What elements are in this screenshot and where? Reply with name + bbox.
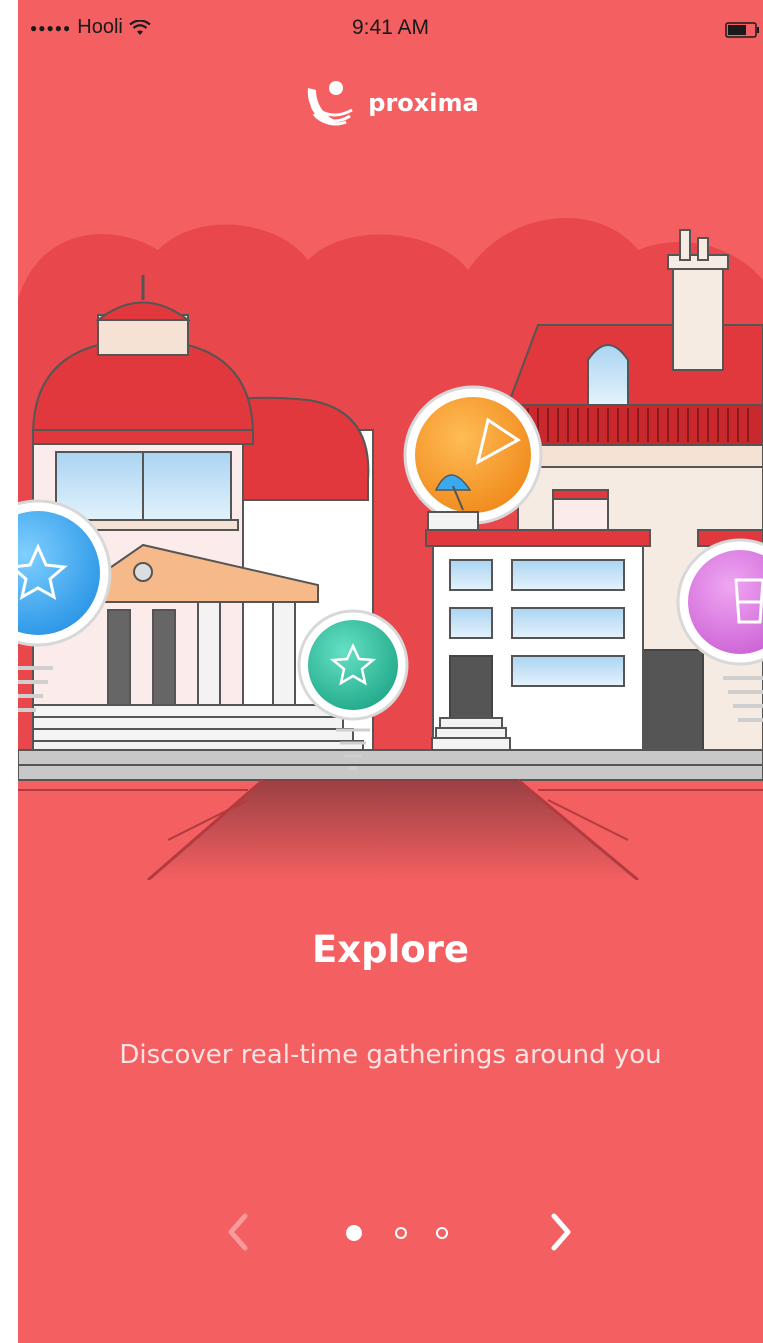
- app-logo: proxima: [18, 78, 763, 128]
- page-indicator-3[interactable]: [436, 1227, 448, 1239]
- pager: [18, 1200, 763, 1270]
- page-indicator-2[interactable]: [395, 1227, 407, 1239]
- battery-icon: [725, 22, 759, 38]
- status-time: 9:41 AM: [351, 16, 430, 39]
- brand-name: proxima: [368, 89, 479, 117]
- city-illustration: [18, 217, 763, 880]
- page-indicator-1[interactable]: [346, 1225, 362, 1241]
- chevron-right-icon[interactable]: [546, 1210, 576, 1254]
- proxima-logo-icon: [308, 81, 354, 126]
- onboarding-title: Explore: [311, 928, 470, 971]
- onboarding-description: Discover real-time gatherings around you: [119, 1040, 662, 1070]
- status-bar: ●●●●● Hooli 9:41 AM: [18, 0, 763, 64]
- onboarding-screen: ●●●●● Hooli 9:41 AM proxima Explore Disc…: [18, 0, 763, 1343]
- chevron-left-icon[interactable]: [223, 1210, 253, 1254]
